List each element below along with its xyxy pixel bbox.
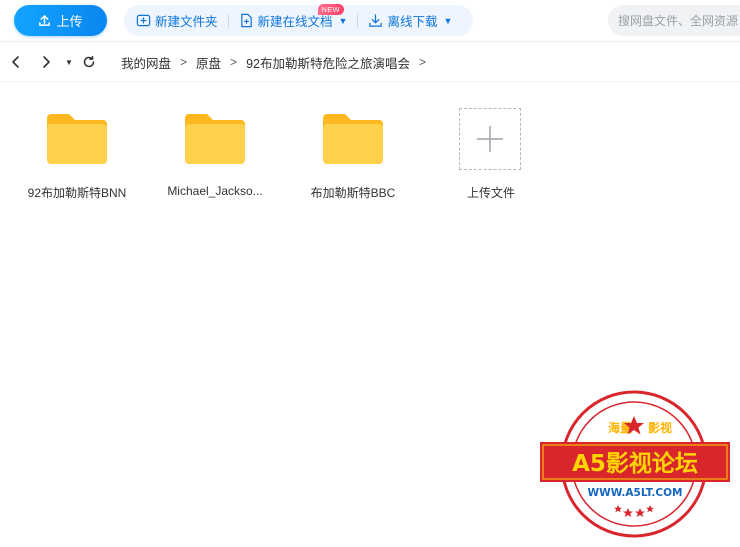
offline-download-button[interactable]: 离线下载 ▼ (368, 11, 452, 30)
new-doc-icon (240, 13, 252, 28)
chevron-down-icon[interactable]: ▼ (443, 16, 452, 26)
separator (227, 13, 229, 28)
new-folder-icon (136, 14, 151, 27)
divider (0, 41, 740, 42)
offline-download-label: 离线下载 (387, 15, 438, 29)
chevron-left-icon (12, 56, 19, 68)
stamp-top-right-text: 影视 (648, 420, 672, 435)
upload-button-label: 上传 (56, 14, 83, 29)
download-icon (369, 14, 383, 27)
folder-icon (47, 114, 107, 164)
chevron-right-icon: > (230, 55, 238, 69)
chevron-down-icon[interactable]: ▼ (339, 16, 348, 26)
file-name: 92布加勒斯特BNN (27, 186, 127, 200)
navigation-bar: ▼ 我的网盘 > 原盘 > 92布加勒斯特危险之旅演唱会 > (0, 48, 740, 76)
folder-icon (185, 114, 245, 164)
back-button[interactable] (8, 48, 24, 76)
separator (357, 13, 359, 28)
refresh-button[interactable] (81, 48, 97, 76)
breadcrumb-item[interactable]: 92布加勒斯特危险之旅演唱会 (246, 53, 410, 72)
caret-down-icon: ▼ (65, 57, 73, 67)
history-dropdown[interactable]: ▼ (63, 48, 75, 76)
chevron-right-icon (43, 56, 50, 68)
breadcrumb: 我的网盘 > 原盘 > 92布加勒斯特危险之旅演唱会 > (121, 48, 435, 76)
upload-file-label: 上传文件 (466, 186, 515, 200)
search-input[interactable]: 搜网盘文件、全网资源 (608, 5, 740, 36)
plus-icon (477, 126, 503, 152)
new-folder-label: 新建文件夹 (155, 15, 218, 29)
file-name: Michael_Jackso... (167, 184, 263, 198)
watermark-stamp: 海量 影视 A5影视论坛 WWW.A5LT.COM (540, 390, 730, 538)
new-badge: NEW (317, 4, 344, 15)
folder-item[interactable]: Michael_Jackso... (155, 102, 275, 212)
forward-button[interactable] (38, 48, 54, 76)
chevron-right-icon: > (180, 55, 188, 69)
upload-icon (39, 15, 51, 26)
new-folder-button[interactable]: 新建文件夹 (136, 11, 218, 30)
search-placeholder: 搜网盘文件、全网资源 (618, 14, 739, 28)
file-name: 布加勒斯特BBC (310, 186, 396, 200)
new-online-doc-button[interactable]: 新建在线文档 ▼ NEW (239, 4, 348, 30)
stamp-main-text: A5影视论坛 (572, 450, 698, 477)
toolbar: 上传 新建文件夹 新建在线文档 ▼ NEW 离线下载 ▼ 搜网盘文件、全网资源 (0, 0, 740, 40)
folder-icon (323, 114, 383, 164)
folder-item[interactable]: 布加勒斯特BBC (293, 102, 413, 212)
refresh-icon (83, 55, 95, 68)
divider (0, 81, 740, 82)
action-group: 新建文件夹 新建在线文档 ▼ NEW 离线下载 ▼ (124, 4, 473, 36)
breadcrumb-item[interactable]: 原盘 (196, 53, 221, 72)
breadcrumb-item[interactable]: 我的网盘 (121, 53, 171, 72)
star-icon (614, 505, 654, 517)
folder-item[interactable]: 92布加勒斯特BNN (17, 102, 137, 212)
stamp-url-text: WWW.A5LT.COM (588, 487, 683, 499)
upload-button[interactable]: 上传 (14, 5, 107, 36)
chevron-right-icon: > (418, 55, 426, 69)
upload-file-tile[interactable] (459, 108, 521, 170)
